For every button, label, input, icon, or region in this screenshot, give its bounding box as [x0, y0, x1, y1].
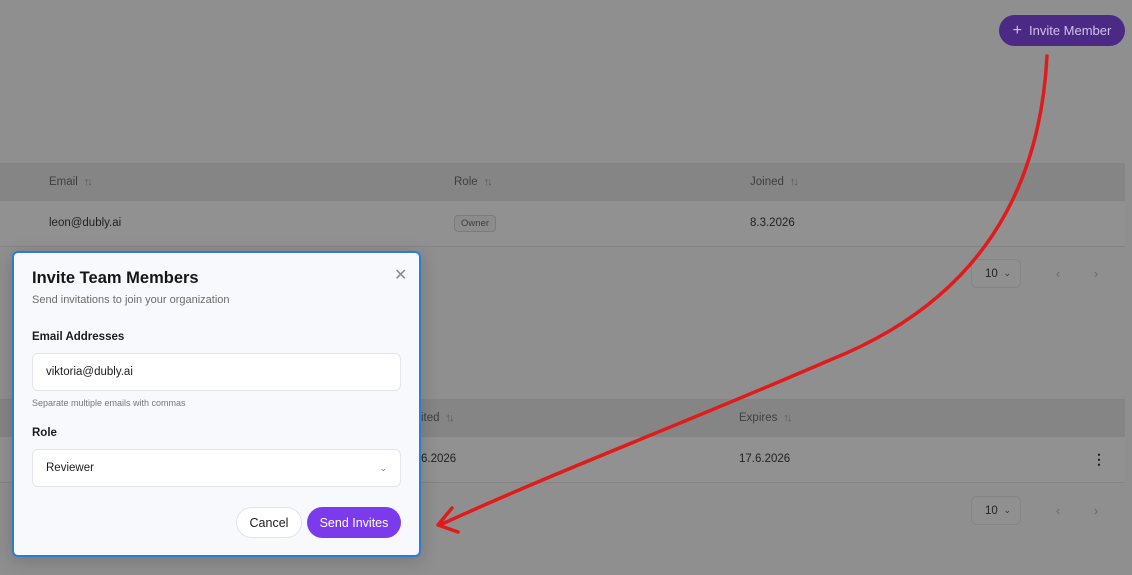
invite-team-members-dialog: ✕ Invite Team Members Send invitations t…	[12, 251, 421, 557]
prev-page-button[interactable]: ‹	[1043, 266, 1073, 281]
dialog-subtitle: Send invitations to join your organizati…	[32, 294, 230, 306]
page-size-select[interactable]: 10 ⌄	[971, 496, 1021, 525]
invite-expires: 17.6.2026	[739, 453, 791, 465]
table-row: leon@dubly.ai Owner 8.3.2026	[0, 201, 1125, 247]
chevron-down-icon: ⌄	[1003, 505, 1011, 515]
sort-icon: ↑↓	[783, 412, 792, 424]
member-joined: 8.3.2026	[750, 217, 795, 229]
next-page-button[interactable]: ›	[1081, 503, 1111, 518]
members-table-header: Email ↑↓ Role ↑↓ Joined ↑↓	[0, 163, 1125, 201]
members-pagination: 10 ⌄ ‹ ›	[971, 259, 1111, 288]
prev-page-button[interactable]: ‹	[1043, 503, 1073, 518]
invite-member-button[interactable]: + Invite Member	[999, 15, 1125, 46]
close-icon[interactable]: ✕	[394, 265, 407, 285]
sort-icon: ↑↓	[789, 176, 799, 188]
column-header-email[interactable]: Email ↑↓	[49, 176, 93, 188]
send-invites-button[interactable]: Send Invites	[307, 507, 401, 538]
chevron-down-icon: ⌄	[1003, 268, 1011, 278]
members-table: Email ↑↓ Role ↑↓ Joined ↑↓ leon@dubly.ai Ow…	[0, 163, 1125, 247]
invites-pagination: 10 ⌄ ‹ ›	[971, 496, 1111, 525]
role-badge: Owner	[454, 215, 496, 232]
column-header-role[interactable]: Role ↑↓	[454, 176, 493, 188]
member-email: leon@dubly.ai	[49, 217, 122, 229]
more-options-icon[interactable]: ⋮	[1092, 451, 1106, 468]
sort-icon: ↑↓	[483, 176, 493, 188]
invite-member-label: Invite Member	[1028, 23, 1112, 38]
role-label: Role	[32, 427, 57, 439]
column-header-joined[interactable]: Joined ↑↓	[750, 176, 799, 188]
dialog-title: Invite Team Members	[32, 269, 199, 287]
email-hint: Separate multiple emails with commas	[32, 398, 186, 408]
next-page-button[interactable]: ›	[1081, 266, 1111, 281]
cancel-button[interactable]: Cancel	[236, 507, 302, 538]
sort-icon: ↑↓	[83, 176, 93, 188]
chevron-down-icon: ⌄	[379, 462, 387, 473]
page-size-select[interactable]: 10 ⌄	[971, 259, 1021, 288]
column-header-expires[interactable]: Expires ↑↓	[739, 412, 792, 424]
role-select[interactable]: Reviewer ⌄	[32, 449, 401, 487]
sort-icon: ↑↓	[445, 412, 455, 424]
role-select-value: Reviewer	[46, 462, 94, 474]
plus-icon: +	[1012, 21, 1022, 39]
invite-date: 6.2026	[421, 453, 457, 465]
email-field[interactable]	[32, 353, 401, 391]
email-label: Email Addresses	[32, 331, 125, 343]
column-header-invited[interactable]: ited ↑↓	[421, 412, 455, 424]
